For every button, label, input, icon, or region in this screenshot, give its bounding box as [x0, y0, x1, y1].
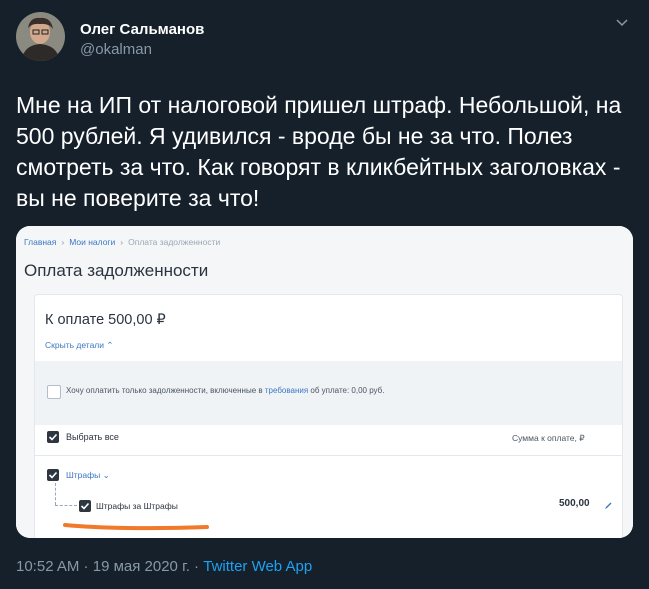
tweet-text: Мне на ИП от налоговой пришел штраф. Неб… [16, 92, 622, 211]
author-name[interactable]: Олег Сальманов [80, 21, 204, 38]
breadcrumb: Главная › Мои налоги › Оплата задолженности [24, 237, 221, 247]
hide-details-link: Скрыть детали ⌃ [45, 340, 114, 350]
breadcrumb-current: Оплата задолженности [128, 237, 221, 247]
fine-item-label: Штрафы за Штрафы [96, 501, 178, 511]
breadcrumb-home: Главная [24, 237, 57, 247]
tweet-date[interactable]: 19 мая 2020 г. [93, 558, 190, 575]
tweet-source-link[interactable]: Twitter Web App [203, 558, 312, 575]
breadcrumb-my-taxes: Мои налоги [69, 237, 116, 247]
pay-amount: К оплате 500,00 ₽ [45, 312, 166, 328]
tweet-footer: 10:52 AM · 19 мая 2020 г. · Twitter Web … [16, 558, 313, 575]
sum-column-header: Сумма к оплате, ₽ [512, 433, 585, 443]
screenshot-content: Главная › Мои налоги › Оплата задолженности … [16, 226, 633, 538]
checkbox-checked-icon [79, 500, 91, 512]
page-title: Оплата задолженности [24, 261, 209, 280]
only-debts-label: Хочу оплатить только задолженности, вклю… [66, 386, 385, 395]
author-handle[interactable]: @okalman [80, 41, 152, 58]
tree-connector [55, 483, 56, 505]
checkbox-checked-icon [47, 431, 59, 443]
highlight-underline [63, 523, 209, 531]
select-all-label: Выбрать все [66, 432, 119, 442]
chevron-down-icon[interactable] [613, 14, 631, 32]
attached-screenshot[interactable]: Главная › Мои налоги › Оплата задолженности … [16, 226, 633, 538]
fines-group-label: Штрафы ⌄ [66, 470, 110, 480]
tree-connector [55, 505, 77, 506]
checkbox-checked-icon [47, 469, 59, 481]
fine-amount: 500,00 [559, 498, 590, 509]
tweet: Олег Сальманов @okalman Мне на ИП от нал… [0, 0, 649, 589]
payment-panel: К оплате 500,00 ₽ Скрыть детали ⌃ Хочу о… [34, 294, 623, 538]
divider [35, 455, 622, 456]
checkbox-empty-icon [47, 385, 61, 399]
pencil-icon [603, 498, 613, 509]
tweet-time[interactable]: 10:52 AM [16, 558, 79, 575]
author-avatar[interactable] [16, 12, 65, 61]
